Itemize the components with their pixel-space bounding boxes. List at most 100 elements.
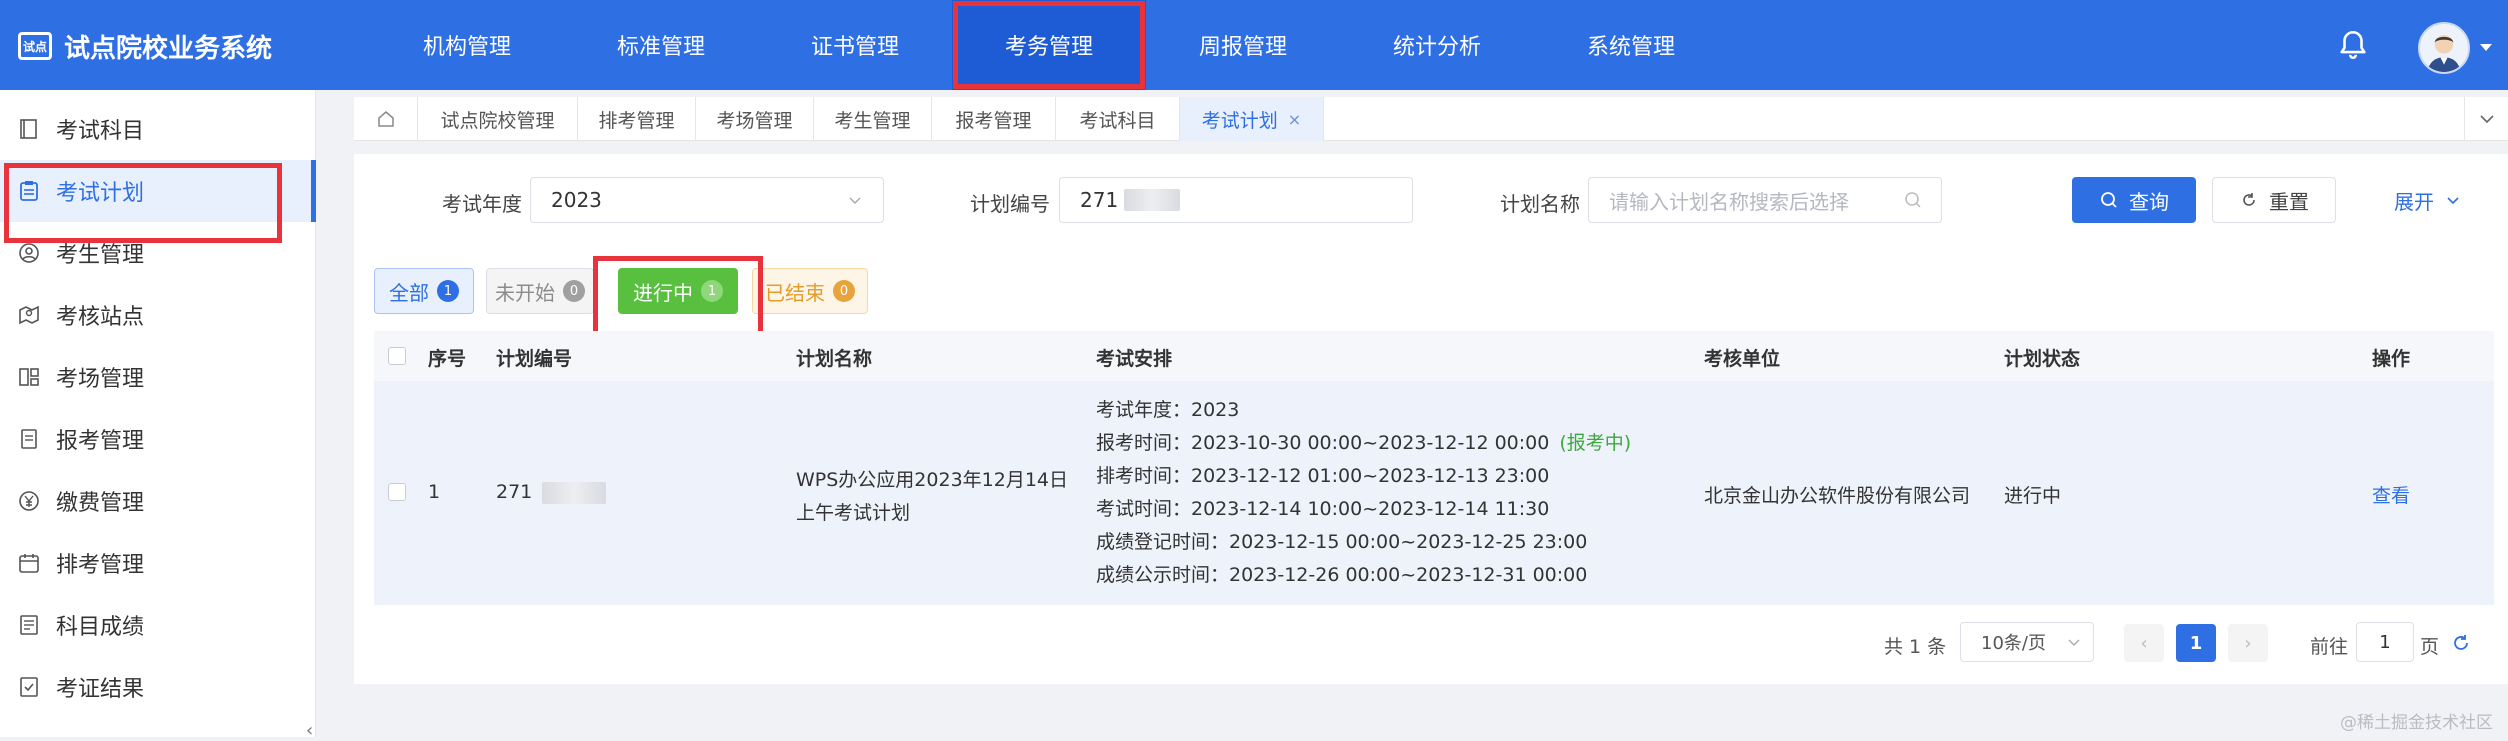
- status-tab-all[interactable]: 全部 1: [374, 268, 474, 314]
- tab-registration[interactable]: 报考管理: [932, 97, 1056, 141]
- tab-scheduling[interactable]: 排考管理: [578, 97, 696, 141]
- notification-bell-icon[interactable]: [2336, 28, 2370, 62]
- sidebar-item-exam-sites[interactable]: 考核站点: [0, 284, 316, 346]
- row-code: 271: [496, 481, 607, 504]
- chevron-down-icon: [2068, 639, 2080, 646]
- top-nav: 机构管理 标准管理 证书管理 考务管理 周报管理 统计分析 系统管理: [370, 0, 1728, 90]
- row-checkbox[interactable]: [388, 483, 406, 501]
- topnav-item-weekly-report[interactable]: 周报管理: [1146, 0, 1340, 90]
- expand-button-label: 展开: [2394, 189, 2434, 214]
- tab-candidates[interactable]: 考生管理: [814, 97, 932, 141]
- header-schedule: 考试安排: [1096, 348, 1173, 370]
- year-label: 考试年度: [442, 192, 522, 216]
- report-icon: [16, 612, 42, 638]
- sidebar-item-exam-rooms[interactable]: 考场管理: [0, 346, 316, 408]
- topnav-item-system[interactable]: 系统管理: [1534, 0, 1728, 90]
- plan-code-value: 271: [1080, 188, 1119, 212]
- tab-pilot-schools[interactable]: 试点院校管理: [418, 97, 578, 141]
- reset-button[interactable]: 重置: [2212, 177, 2336, 223]
- tab-label: 考试计划: [1201, 109, 1278, 132]
- user-avatar-icon: [2427, 35, 2461, 72]
- status-tab-not-started[interactable]: 未开始 0: [486, 268, 594, 314]
- header-index: 序号: [428, 348, 467, 370]
- user-circle-icon: [16, 240, 42, 266]
- next-page-button[interactable]: ›: [2228, 624, 2268, 662]
- row-name-line2: 上午考试计划: [796, 502, 911, 524]
- schedule-registration: 报考时间：2023-10-30 00:00~2023-12-12 00:00: [1096, 432, 1550, 454]
- tabs-bar: 试点院校管理 排考管理 考场管理 考生管理 报考管理 考试科目 考试计划 ×: [354, 97, 2508, 141]
- app-logo[interactable]: 试点 试点院校业务系统: [18, 30, 273, 64]
- status-tab-label: 已结束: [765, 280, 825, 305]
- row-unit: 北京金山办公软件股份有限公司: [1704, 485, 1971, 507]
- sidebar-item-registration[interactable]: 报考管理: [0, 408, 316, 470]
- sidebar-item-cert-results[interactable]: 考证结果: [0, 656, 316, 718]
- year-select[interactable]: 2023: [530, 177, 884, 223]
- topnav-item-certificates[interactable]: 证书管理: [758, 0, 952, 90]
- sidebar-item-label: 排考管理: [56, 553, 145, 578]
- plan-code-input[interactable]: 271: [1059, 177, 1413, 223]
- topnav-item-statistics[interactable]: 统计分析: [1340, 0, 1534, 90]
- sidebar-item-exam-subjects[interactable]: 考试科目: [0, 98, 316, 160]
- header-status: 计划状态: [2004, 348, 2081, 370]
- schedule-exam-time: 考试时间：2023-12-14 10:00~2023-12-14 11:30: [1096, 498, 1550, 520]
- chevron-down-icon: [2479, 115, 2494, 124]
- user-menu-caret-icon[interactable]: [2480, 44, 2492, 51]
- sidebar-item-scheduling[interactable]: 排考管理: [0, 532, 316, 594]
- sidebar-item-label: 报考管理: [56, 429, 145, 454]
- pagination-total: 共 1 条: [1884, 636, 1947, 658]
- sidebar-item-label: 考试科目: [56, 119, 145, 144]
- view-link[interactable]: 查看: [2372, 481, 2410, 508]
- schedule-score-publish: 成绩公示时间：2023-12-26 00:00~2023-12-31 00:00: [1096, 564, 1588, 586]
- sidebar-item-payments[interactable]: 缴费管理: [0, 470, 316, 532]
- row-code-value: 271: [496, 481, 533, 503]
- schedule-registration-line: 报考时间：2023-10-30 00:00~2023-12-12 00:00 (报…: [1096, 428, 1631, 455]
- yen-coin-icon: [16, 488, 42, 514]
- tab-home[interactable]: [354, 97, 418, 141]
- search-icon: [2101, 192, 2117, 208]
- reset-button-label: 重置: [2269, 189, 2309, 214]
- sidebar-item-label: 缴费管理: [56, 491, 145, 516]
- sidebar-item-label: 科目成绩: [56, 615, 145, 640]
- map-pin-icon: [16, 302, 42, 328]
- row-name-line1: WPS办公应用2023年12月14日: [796, 469, 1069, 491]
- search-icon: [1905, 192, 1921, 208]
- calendar-icon: [16, 550, 42, 576]
- tab-exam-subjects[interactable]: 考试科目: [1056, 97, 1180, 141]
- user-avatar[interactable]: [2418, 22, 2470, 74]
- query-button-label: 查询: [2129, 189, 2169, 214]
- query-button[interactable]: 查询: [2072, 177, 2196, 223]
- topnav-item-standards[interactable]: 标准管理: [564, 0, 758, 90]
- tab-exam-rooms[interactable]: 考场管理: [696, 97, 814, 141]
- page-button-current[interactable]: 1: [2176, 624, 2216, 662]
- count-badge: 0: [833, 280, 855, 302]
- header-action: 操作: [2372, 348, 2411, 370]
- page-size-select[interactable]: 10条/页: [1960, 622, 2094, 662]
- select-all-checkbox[interactable]: [388, 347, 406, 365]
- topnav-item-org[interactable]: 机构管理: [370, 0, 564, 90]
- sidebar-item-label: 考核站点: [56, 305, 145, 330]
- refresh-icon: [2243, 193, 2255, 206]
- sidebar-collapse-icon[interactable]: ‹: [306, 720, 313, 741]
- topnav-item-exam-affairs[interactable]: 考务管理: [952, 0, 1146, 90]
- sidebar-item-subject-scores[interactable]: 科目成绩: [0, 594, 316, 656]
- tabs-more-button[interactable]: [2464, 97, 2508, 141]
- layout-icon: [16, 364, 42, 390]
- tab-close-icon[interactable]: ×: [1288, 110, 1301, 129]
- status-tab-label: 未开始: [495, 280, 555, 305]
- status-tab-ended[interactable]: 已结束 0: [752, 268, 868, 314]
- tab-exam-plans[interactable]: 考试计划 ×: [1180, 97, 1324, 141]
- top-bar: 试点 试点院校业务系统 机构管理 标准管理 证书管理 考务管理 周报管理 统计分…: [0, 0, 2508, 90]
- book-icon: [16, 116, 42, 142]
- registration-status-tag: (报考中): [1559, 432, 1632, 454]
- schedule-score-entry: 成绩登记时间：2023-12-15 00:00~2023-12-25 23:00: [1096, 531, 1588, 553]
- plan-name-input[interactable]: 请输入计划名称搜索后选择: [1588, 177, 1942, 223]
- app-title: 试点院校业务系统: [64, 33, 273, 64]
- table-header: 序号 计划编号 计划名称 考试安排 考核单位 计划状态 操作: [374, 331, 2494, 381]
- expand-button[interactable]: 展开: [2366, 177, 2490, 223]
- prev-page-button[interactable]: ‹: [2124, 624, 2164, 662]
- watermark: @稀土掘金技术社区: [2340, 713, 2493, 733]
- refresh-icon[interactable]: [2450, 632, 2472, 654]
- table-row: 1 271 WPS办公应用2023年12月14日 上午考试计划 考试年度：202…: [374, 381, 2494, 605]
- header-code: 计划编号: [496, 348, 573, 370]
- goto-page-input[interactable]: 1: [2356, 622, 2414, 662]
